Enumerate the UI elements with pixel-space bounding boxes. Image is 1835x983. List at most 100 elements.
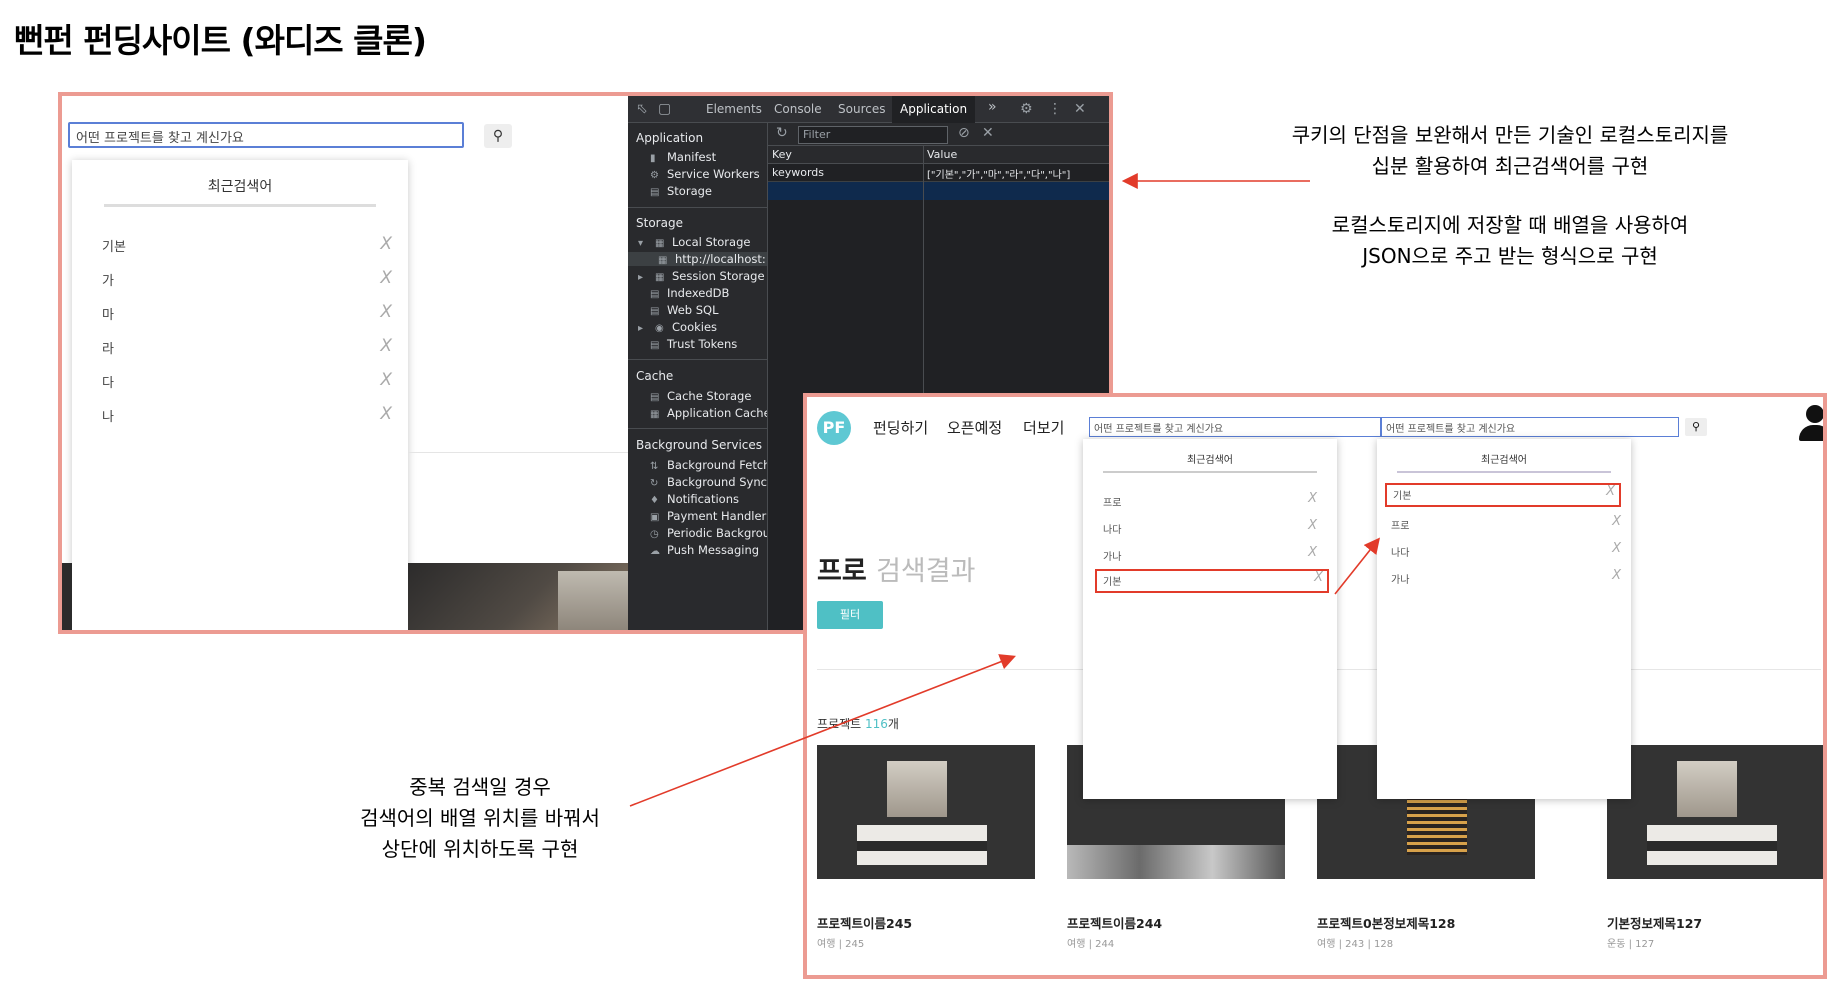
- sidebar-item-periodic-background-sync[interactable]: ◷ Periodic Backgrou: [650, 526, 767, 540]
- sidebar-item-cache-storage[interactable]: ▤ Cache Storage: [650, 389, 751, 403]
- delete-x-icon[interactable]: X: [380, 302, 392, 322]
- search-input[interactable]: 어떤 프로젝트를 찾고 계신가요: [68, 122, 464, 148]
- sidebar-item-payment-handler[interactable]: ▣ Payment Handler: [650, 509, 766, 523]
- table-row[interactable]: keywords ["기본","가","마","라","다","나"]: [768, 164, 1109, 182]
- clear-all-icon[interactable]: ⊘: [958, 125, 970, 141]
- sidebar-item-background-fetch[interactable]: ⇅ Background Fetch: [650, 458, 767, 472]
- sidebar-item-manifest[interactable]: ▮ Manifest: [650, 150, 716, 164]
- sidebar-item-local-storage[interactable]: ▾ ▦ Local Storage: [638, 235, 750, 249]
- column-value[interactable]: Value: [927, 148, 957, 161]
- more-tabs-icon[interactable]: »: [988, 99, 997, 115]
- delete-x-icon[interactable]: X: [380, 336, 392, 356]
- recent-item[interactable]: 나다 X: [1391, 541, 1621, 561]
- note-localstorage: 쿠키의 단점을 보완해서 만든 기술인 로컬스토리지를 십분 활용하여 최근검색…: [1291, 123, 1729, 178]
- database-icon: ▤: [650, 306, 660, 317]
- nav-more[interactable]: 더보기: [1023, 417, 1064, 438]
- project-meta: 여행 | 245: [817, 939, 865, 950]
- grid-icon: ▦: [658, 255, 668, 266]
- tab-elements[interactable]: Elements: [706, 102, 762, 116]
- recent-item[interactable]: 나 X: [102, 404, 392, 426]
- cookie-icon: ◉: [655, 323, 664, 334]
- recent-item[interactable]: 가 X: [102, 268, 392, 290]
- table-row-empty-selected[interactable]: [768, 182, 1109, 200]
- bell-icon: ♦: [650, 495, 659, 506]
- recent-item[interactable]: 가나 X: [1103, 545, 1317, 565]
- close-icon[interactable]: ✕: [1074, 101, 1086, 117]
- search-button[interactable]: ⚲: [484, 124, 512, 148]
- dropdown-title: 최근검색어: [1187, 455, 1233, 466]
- recent-item[interactable]: 라 X: [102, 336, 392, 358]
- magnifier-icon: ⚲: [1691, 420, 1701, 433]
- delete-x-icon[interactable]: X: [380, 234, 392, 254]
- search-input-after[interactable]: 어떤 프로젝트를 찾고 계신가요: [1381, 417, 1679, 437]
- gear-icon[interactable]: ⚙: [1020, 101, 1033, 117]
- tab-application[interactable]: Application: [892, 96, 976, 123]
- recent-item[interactable]: 기본 X: [102, 234, 392, 256]
- kebab-menu-icon[interactable]: ⋮: [1048, 101, 1062, 117]
- recent-search-dropdown-after: 최근검색어 기본 X 프로 X 나다 X 가나 X: [1377, 439, 1631, 799]
- recent-item-label: 기본: [102, 240, 126, 255]
- recent-item[interactable]: 프로 X: [1391, 514, 1621, 534]
- pf-logo[interactable]: PF: [817, 411, 851, 445]
- tab-console[interactable]: Console: [774, 102, 822, 116]
- delete-x-icon[interactable]: X: [1606, 484, 1615, 499]
- sidebar-item-notifications[interactable]: ♦ Notifications: [650, 492, 739, 506]
- refresh-icon[interactable]: ↻: [776, 125, 788, 141]
- delete-x-icon[interactable]: X: [380, 370, 392, 390]
- tab-sources[interactable]: Sources: [838, 102, 885, 116]
- filter-button[interactable]: 필터: [817, 601, 883, 629]
- recent-item[interactable]: 가나 X: [1391, 568, 1621, 588]
- sidebar-item-storage[interactable]: ▤ Storage: [650, 184, 712, 198]
- nav-upcoming[interactable]: 오픈예정: [947, 417, 1002, 438]
- recent-item[interactable]: 프로 X: [1103, 491, 1317, 511]
- inspect-icon[interactable]: ⬁: [636, 101, 648, 117]
- delete-x-icon[interactable]: X: [380, 404, 392, 424]
- recent-item[interactable]: 나다 X: [1103, 518, 1317, 538]
- delete-x-icon[interactable]: X: [1308, 491, 1317, 506]
- sidebar-item-indexeddb[interactable]: ▤ IndexedDB: [650, 286, 729, 300]
- expand-arrow-icon: ▸: [638, 272, 644, 283]
- sidebar-item-cookies[interactable]: ▸ ◉ Cookies: [638, 320, 717, 334]
- storage-toolbar: ↻ Filter ⊘ ✕: [768, 123, 1109, 146]
- project-count: 프로젝트 116개: [817, 717, 899, 731]
- sidebar-item-application-cache[interactable]: ▦ Application Cache: [650, 406, 767, 420]
- screenshot-search-results: PF 펀딩하기 오픈예정 더보기 어떤 프로젝트를 찾고 계신가요 어떤 프로젝…: [803, 393, 1827, 979]
- delete-x-icon[interactable]: X: [1612, 514, 1621, 529]
- delete-x-icon[interactable]: X: [1612, 568, 1621, 583]
- result-title: 프로 검색결과: [817, 556, 976, 587]
- expand-arrow-icon: ▾: [638, 238, 644, 249]
- user-icon[interactable]: [1797, 405, 1823, 445]
- recent-item-highlighted[interactable]: 기본 X: [1095, 569, 1329, 593]
- sidebar-item-session-storage[interactable]: ▸ ▦ Session Storage: [638, 269, 765, 283]
- search-button[interactable]: ⚲: [1685, 418, 1707, 436]
- sidebar-item-service-workers[interactable]: ⚙ Service Workers: [650, 167, 760, 181]
- sidebar-item-background-sync[interactable]: ↻ Background Sync: [650, 475, 767, 489]
- sidebar-item-localhost[interactable]: ▦ http://localhost:: [628, 252, 767, 266]
- grid-icon: ▦: [655, 272, 665, 283]
- recent-item-highlighted[interactable]: 기본 X: [1385, 483, 1621, 507]
- table-header: Key Value: [768, 146, 1109, 164]
- column-key[interactable]: Key: [772, 148, 792, 161]
- delete-x-icon[interactable]: X: [1308, 545, 1317, 560]
- delete-x-icon[interactable]: X: [380, 268, 392, 288]
- sidebar-item-web-sql[interactable]: ▤ Web SQL: [650, 303, 719, 317]
- recent-search-dropdown: 최근검색어 기본 X 가 X 마 X 라 X 다 X 나 X: [72, 160, 408, 630]
- filter-input[interactable]: Filter: [798, 126, 948, 144]
- note-json: 로컬스토리지에 저장할 때 배열을 사용하여 JSON으로 주고 받는 형식으로…: [1331, 213, 1689, 268]
- delete-x-icon[interactable]: X: [1308, 518, 1317, 533]
- delete-selected-icon[interactable]: ✕: [982, 125, 994, 141]
- section-application: Application: [636, 131, 704, 145]
- nav-funding[interactable]: 펀딩하기: [873, 417, 928, 438]
- device-toolbar-icon[interactable]: ▢: [658, 101, 671, 117]
- project-meta: 여행 | 244: [1067, 939, 1115, 950]
- section-background-services: Background Services: [636, 438, 763, 452]
- recent-item[interactable]: 마 X: [102, 302, 392, 324]
- delete-x-icon[interactable]: X: [1612, 541, 1621, 556]
- hotel-photo-edge: [62, 563, 72, 630]
- recent-item[interactable]: 다 X: [102, 370, 392, 392]
- search-input-before[interactable]: 어떤 프로젝트를 찾고 계신가요: [1089, 417, 1381, 437]
- delete-x-icon[interactable]: X: [1314, 570, 1323, 585]
- sidebar-item-push-messaging[interactable]: ☁ Push Messaging: [650, 543, 759, 557]
- sidebar-item-trust-tokens[interactable]: ▤ Trust Tokens: [650, 337, 737, 351]
- database-icon: ▤: [650, 340, 660, 351]
